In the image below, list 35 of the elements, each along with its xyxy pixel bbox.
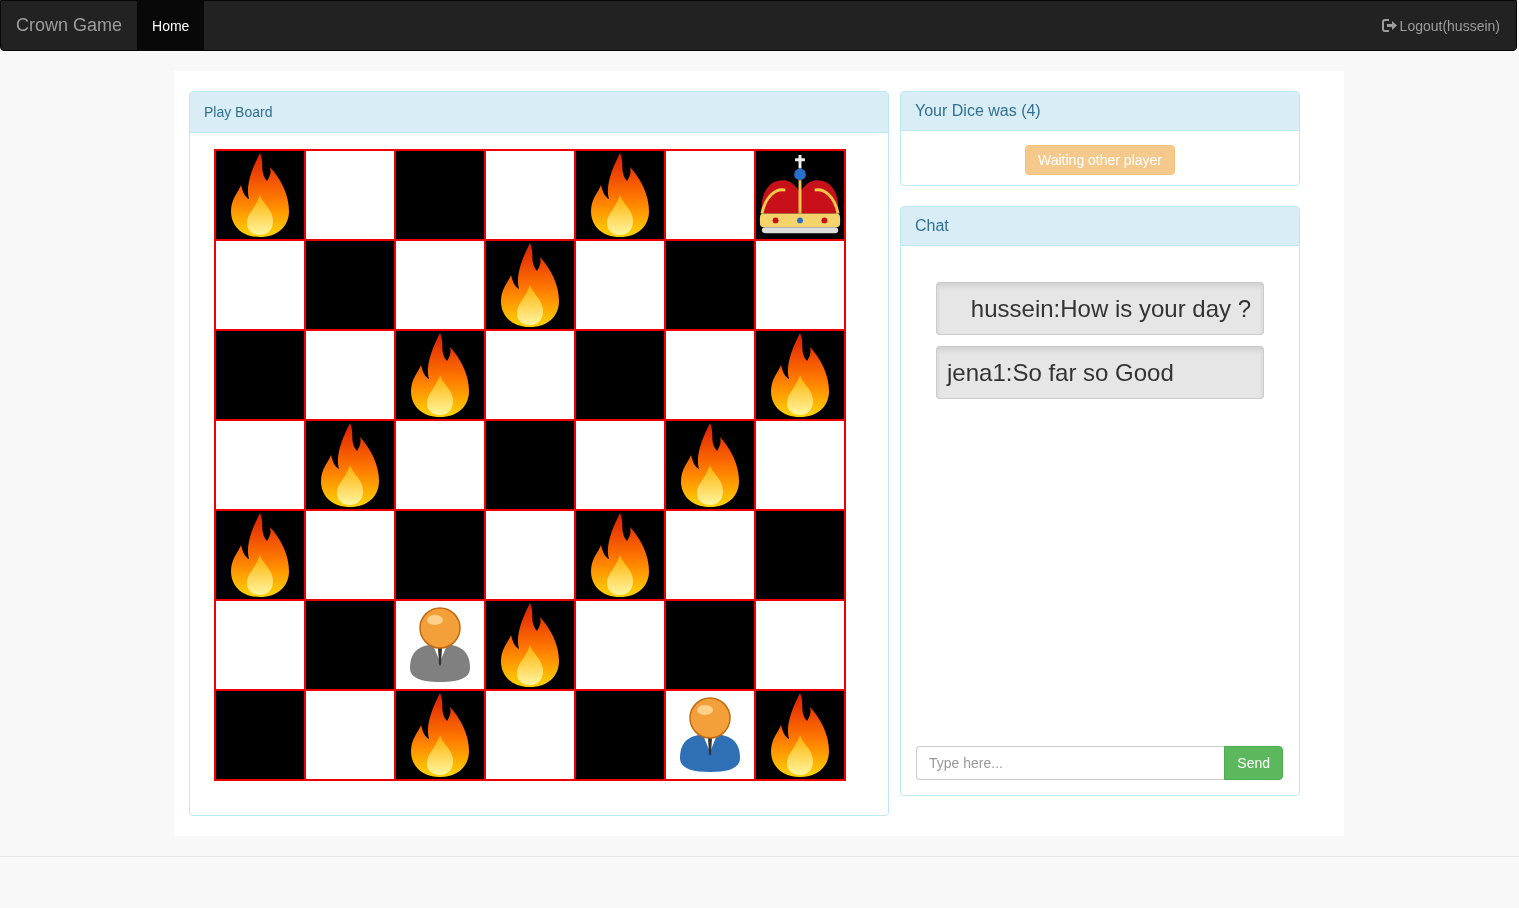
- fire-icon: [589, 511, 651, 599]
- fire-icon: [229, 511, 291, 599]
- panel-title: Chat: [901, 207, 1299, 246]
- nav-link[interactable]: Home: [137, 1, 205, 50]
- fire-icon: [409, 331, 471, 419]
- board-square[interactable]: [215, 510, 305, 600]
- fire-icon: [409, 691, 471, 779]
- fire-icon: [679, 421, 741, 509]
- board-square[interactable]: [305, 420, 395, 510]
- board-square[interactable]: [755, 150, 845, 240]
- message-input[interactable]: Type here...: [916, 746, 1225, 780]
- panel-title: Play Board: [190, 92, 888, 133]
- board-square[interactable]: [665, 420, 755, 510]
- logout-icon: [1381, 19, 1397, 32]
- fire-icon: [499, 601, 561, 689]
- logout-link[interactable]: Logout(hussein): [1381, 1, 1500, 50]
- board-square[interactable]: [755, 330, 845, 420]
- panel-title: Your Dice was (4): [901, 92, 1299, 131]
- chat-message: jena1:So far so Good: [936, 346, 1264, 399]
- fire-icon: [769, 691, 831, 779]
- board-square[interactable]: [215, 150, 305, 240]
- fire-icon: [229, 151, 291, 239]
- board-square[interactable]: [485, 600, 575, 690]
- fire-icon: [589, 151, 651, 239]
- board-square[interactable]: [755, 690, 845, 780]
- fire-icon: [769, 331, 831, 419]
- board-square[interactable]: [395, 330, 485, 420]
- board-square[interactable]: [575, 150, 665, 240]
- board-square[interactable]: [575, 510, 665, 600]
- fire-icon: [499, 241, 561, 329]
- board-square[interactable]: [395, 690, 485, 780]
- fire-icon: [319, 421, 381, 509]
- chat-message: hussein:How is your day ?: [936, 282, 1264, 335]
- brand-link[interactable]: Crown Game: [1, 1, 138, 50]
- board-square[interactable]: [485, 240, 575, 330]
